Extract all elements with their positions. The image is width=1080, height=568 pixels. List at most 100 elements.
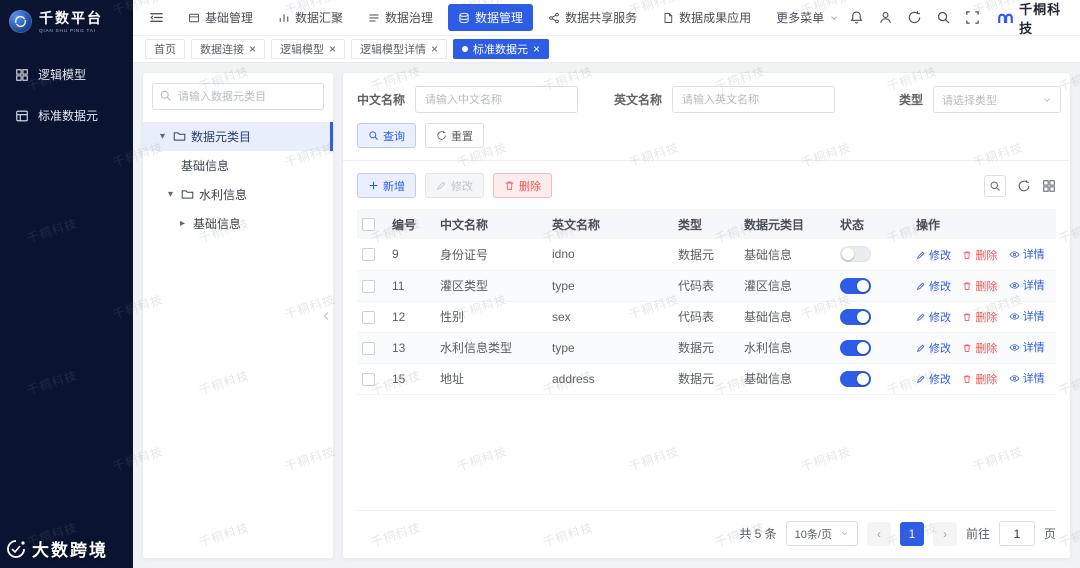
edit-button[interactable]: 修改 bbox=[425, 173, 484, 198]
close-icon[interactable]: × bbox=[329, 43, 336, 55]
close-icon[interactable]: × bbox=[431, 43, 438, 55]
cn-name-input[interactable] bbox=[415, 86, 579, 113]
database-icon bbox=[459, 12, 469, 23]
status-toggle[interactable] bbox=[840, 277, 871, 294]
row-checkbox[interactable] bbox=[362, 279, 375, 293]
table-refresh-icon[interactable] bbox=[1017, 179, 1031, 193]
cell-id: 11 bbox=[387, 270, 435, 302]
status-toggle[interactable] bbox=[840, 246, 871, 263]
tab-logic-model-detail[interactable]: 逻辑模型详情 × bbox=[351, 39, 448, 59]
row-delete-link[interactable]: 删除 bbox=[962, 247, 997, 263]
row-checkbox[interactable] bbox=[362, 248, 375, 262]
row-edit-link[interactable]: 修改 bbox=[916, 247, 951, 263]
search-icon[interactable] bbox=[936, 10, 951, 25]
row-edit-link[interactable]: 修改 bbox=[916, 371, 951, 387]
row-delete-link[interactable]: 删除 bbox=[962, 278, 997, 294]
caret-right-icon[interactable]: ▸ bbox=[177, 218, 188, 229]
close-icon[interactable]: × bbox=[533, 43, 540, 55]
row-checkbox[interactable] bbox=[362, 310, 375, 324]
table-row: 9 身份证号 idno 数据元 基础信息 修改 删除 详情 bbox=[357, 239, 1056, 271]
row-detail-link[interactable]: 详情 bbox=[1009, 339, 1045, 355]
row-detail-link[interactable]: 详情 bbox=[1009, 246, 1045, 262]
cell-type: 数据元 bbox=[673, 239, 739, 271]
reset-button[interactable]: 重置 bbox=[425, 123, 484, 148]
nav-item-label: 数据共享服务 bbox=[565, 11, 638, 25]
nav-item-data-management[interactable]: 数据管理 bbox=[448, 4, 534, 31]
filter-en-name: 英文名称 bbox=[614, 86, 836, 113]
row-detail-link[interactable]: 详情 bbox=[1009, 370, 1045, 386]
row-detail-link[interactable]: 详情 bbox=[1009, 277, 1045, 293]
nav-item-basic-management[interactable]: 基础管理 bbox=[178, 4, 263, 31]
row-checkbox[interactable] bbox=[362, 341, 375, 355]
bell-icon[interactable] bbox=[849, 10, 864, 25]
column-settings-icon[interactable] bbox=[1042, 179, 1056, 193]
page-button-1[interactable]: 1 bbox=[899, 521, 924, 546]
nav-item-data-sharing-service[interactable]: 数据共享服务 bbox=[538, 4, 647, 31]
tree-node-water-info[interactable]: ▾ 水利信息 bbox=[143, 180, 333, 209]
table-row: 12 性别 sex 代码表 基础信息 修改 删除 详情 bbox=[357, 301, 1056, 333]
row-edit-link[interactable]: 修改 bbox=[916, 340, 951, 356]
col-header-type: 类型 bbox=[673, 209, 739, 239]
cell-id: 15 bbox=[387, 363, 435, 395]
type-select[interactable]: 请选择类型 bbox=[933, 86, 1062, 113]
nav-item-label: 数据汇聚 bbox=[295, 11, 344, 25]
select-all-checkbox[interactable] bbox=[362, 218, 375, 232]
cell-en-name: type bbox=[547, 332, 673, 364]
collapse-menu-icon[interactable] bbox=[145, 6, 168, 29]
chevron-down-icon bbox=[1044, 97, 1050, 102]
sidebar-item-standard-data-element[interactable]: 标准数据元 bbox=[0, 95, 133, 136]
user-icon[interactable] bbox=[878, 10, 893, 25]
tab-logic-model[interactable]: 逻辑模型 × bbox=[271, 39, 346, 59]
delete-button[interactable]: 删除 bbox=[493, 173, 552, 198]
nav-item-data-achievement-application[interactable]: 数据成果应用 bbox=[652, 4, 761, 31]
query-button[interactable]: 查询 bbox=[357, 123, 416, 148]
row-delete-link[interactable]: 删除 bbox=[962, 340, 997, 356]
fullscreen-icon[interactable] bbox=[965, 10, 980, 25]
status-toggle[interactable] bbox=[840, 339, 871, 356]
nav-item-label: 数据管理 bbox=[475, 11, 524, 25]
status-toggle[interactable] bbox=[840, 370, 871, 387]
platform-logo-text: 千数平台 QIAN SHU PING TAI bbox=[39, 8, 112, 34]
goto-page-input[interactable] bbox=[998, 521, 1035, 546]
tab-data-connection[interactable]: 数据连接 × bbox=[191, 39, 266, 59]
edit-icon bbox=[916, 282, 925, 290]
tree-search-input[interactable] bbox=[152, 83, 324, 110]
tree-node-basic-info-sub[interactable]: ▸ 基础信息 bbox=[143, 209, 333, 238]
table-search-icon[interactable] bbox=[984, 174, 1006, 197]
caret-down-icon[interactable]: ▾ bbox=[165, 189, 176, 200]
top-nav-actions: 千桐科技 bbox=[849, 0, 1066, 37]
row-edit-link[interactable]: 修改 bbox=[916, 309, 951, 325]
sync-icon[interactable] bbox=[907, 10, 922, 25]
row-detail-link[interactable]: 详情 bbox=[1009, 308, 1045, 324]
active-tab-dot bbox=[462, 46, 469, 52]
row-delete-link[interactable]: 删除 bbox=[962, 371, 997, 387]
close-icon[interactable]: × bbox=[249, 43, 256, 55]
cell-cn-name: 身份证号 bbox=[435, 239, 547, 271]
nav-item-more-menu[interactable]: 更多菜单 bbox=[766, 4, 849, 31]
page-content: ▾ 数据元类目 基础信息 ▾ 水利信息 ▸ 基础信息 bbox=[133, 63, 1080, 568]
cell-id: 13 bbox=[387, 332, 435, 364]
nav-item-label: 更多菜单 bbox=[776, 11, 825, 25]
tab-standard-data-element[interactable]: 标准数据元 × bbox=[453, 39, 550, 59]
en-name-input[interactable] bbox=[672, 86, 836, 113]
sidebar-item-logic-model[interactable]: 逻辑模型 bbox=[0, 54, 133, 95]
nav-item-data-governance[interactable]: 数据治理 bbox=[358, 4, 443, 31]
next-page-button[interactable]: › bbox=[932, 521, 957, 546]
nav-item-data-aggregation[interactable]: 数据汇聚 bbox=[268, 4, 353, 31]
prev-page-button[interactable]: ‹ bbox=[866, 521, 891, 546]
plus-icon bbox=[369, 181, 378, 190]
tree-node-root[interactable]: ▾ 数据元类目 bbox=[143, 122, 333, 151]
type-select-value: 请选择类型 bbox=[942, 94, 998, 107]
panel-collapse-handle[interactable] bbox=[321, 310, 332, 321]
row-checkbox[interactable] bbox=[362, 372, 375, 386]
row-delete-link[interactable]: 删除 bbox=[962, 309, 997, 325]
tree-node-label: 基础信息 bbox=[193, 217, 242, 231]
add-button[interactable]: 新增 bbox=[357, 173, 416, 198]
caret-down-icon[interactable]: ▾ bbox=[157, 131, 168, 142]
page-size-select[interactable]: 10条/页 bbox=[785, 521, 858, 546]
company-name: 千桐科技 bbox=[1019, 1, 1062, 36]
tab-home[interactable]: 首页 bbox=[145, 39, 185, 59]
status-toggle[interactable] bbox=[840, 308, 871, 325]
tree-node-basic-info[interactable]: 基础信息 bbox=[143, 151, 333, 180]
row-edit-link[interactable]: 修改 bbox=[916, 278, 951, 294]
